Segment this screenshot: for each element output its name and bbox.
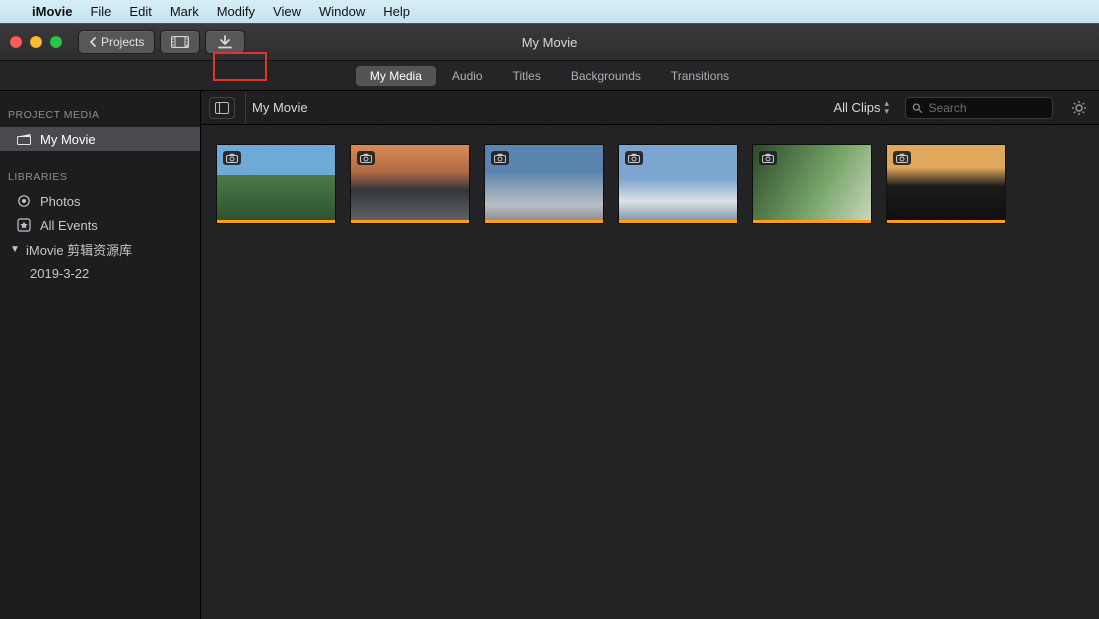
star-icon — [16, 218, 32, 232]
menu-file[interactable]: File — [90, 4, 111, 19]
import-media-button[interactable] — [205, 30, 245, 54]
filmstrip-icon — [171, 36, 189, 48]
sidebar-item-all-events[interactable]: All Events — [0, 213, 200, 237]
app-toolbar: Projects My Movie — [0, 23, 1099, 61]
camera-icon — [360, 153, 372, 163]
menu-view[interactable]: View — [273, 4, 301, 19]
media-browser: My Movie All Clips ▴▾ — [201, 91, 1099, 619]
photo-badge — [893, 151, 911, 165]
sidebar-item-label: 2019-3-22 — [30, 266, 89, 281]
sidebar-toggle-icon — [215, 102, 229, 114]
sidebar-item-project-my-movie[interactable]: My Movie — [0, 127, 200, 151]
gear-icon — [1071, 100, 1087, 116]
menubar-app-name[interactable]: iMovie — [32, 4, 72, 19]
tab-backgrounds[interactable]: Backgrounds — [557, 66, 655, 86]
tab-audio[interactable]: Audio — [438, 66, 497, 86]
photo-badge — [357, 151, 375, 165]
disclosure-triangle-icon[interactable]: ▼ — [10, 244, 20, 255]
photos-icon — [16, 194, 32, 208]
projects-label: Projects — [101, 35, 144, 49]
media-clip[interactable] — [351, 145, 469, 223]
media-clip[interactable] — [619, 145, 737, 223]
window-traffic-lights — [10, 36, 62, 48]
clip-grid — [201, 125, 1099, 619]
library-category-tabs: My Media Audio Titles Backgrounds Transi… — [0, 61, 1099, 91]
browser-title: My Movie — [245, 91, 824, 124]
macos-menubar: iMovie File Edit Mark Modify View Window… — [0, 0, 1099, 23]
main-area: PROJECT MEDIA My Movie LIBRARIES Photos … — [0, 91, 1099, 619]
sidebar-item-event[interactable]: 2019-3-22 — [0, 261, 200, 285]
clips-filter-dropdown[interactable]: All Clips ▴▾ — [834, 100, 890, 115]
photo-badge — [625, 151, 643, 165]
menu-modify[interactable]: Modify — [217, 4, 255, 19]
photo-badge — [223, 151, 241, 165]
sidebar-item-label: Photos — [40, 194, 80, 209]
chevron-left-icon — [89, 37, 97, 47]
media-library-button[interactable] — [160, 30, 200, 54]
search-input[interactable] — [929, 101, 1046, 115]
menu-window[interactable]: Window — [319, 4, 365, 19]
menu-mark[interactable]: Mark — [170, 4, 199, 19]
browser-header: My Movie All Clips ▴▾ — [201, 91, 1099, 125]
search-icon — [912, 102, 923, 114]
close-window-button[interactable] — [10, 36, 22, 48]
photo-badge — [491, 151, 509, 165]
clips-filter-label: All Clips — [834, 100, 881, 115]
sidebar: PROJECT MEDIA My Movie LIBRARIES Photos … — [0, 91, 201, 619]
tab-transitions[interactable]: Transitions — [657, 66, 743, 86]
sidebar-item-library[interactable]: ▼ iMovie 剪辑资源库 — [0, 237, 200, 261]
import-arrow-down-icon — [217, 35, 233, 49]
browser-options-button[interactable] — [1067, 100, 1091, 116]
sidebar-section-libraries: LIBRARIES — [0, 165, 200, 189]
updown-chevron-icon: ▴▾ — [884, 100, 889, 114]
media-clip[interactable] — [753, 145, 871, 223]
tab-my-media[interactable]: My Media — [356, 66, 436, 86]
back-to-projects-button[interactable]: Projects — [78, 30, 155, 54]
search-field-wrap[interactable] — [905, 97, 1053, 119]
menu-edit[interactable]: Edit — [129, 4, 151, 19]
zoom-window-button[interactable] — [50, 36, 62, 48]
toggle-sidebar-button[interactable] — [209, 97, 235, 119]
photo-badge — [759, 151, 777, 165]
media-clip[interactable] — [887, 145, 1005, 223]
sidebar-section-project-media: PROJECT MEDIA — [0, 103, 200, 127]
camera-icon — [762, 153, 774, 163]
sidebar-item-photos[interactable]: Photos — [0, 189, 200, 213]
clapperboard-icon — [16, 133, 32, 145]
camera-icon — [896, 153, 908, 163]
media-clip[interactable] — [485, 145, 603, 223]
camera-icon — [226, 153, 238, 163]
tab-titles[interactable]: Titles — [499, 66, 555, 86]
sidebar-item-label: All Events — [40, 218, 98, 233]
sidebar-item-label: iMovie 剪辑资源库 — [26, 240, 132, 259]
camera-icon — [494, 153, 506, 163]
media-clip[interactable] — [217, 145, 335, 223]
minimize-window-button[interactable] — [30, 36, 42, 48]
sidebar-item-label: My Movie — [40, 132, 96, 147]
menu-help[interactable]: Help — [383, 4, 410, 19]
camera-icon — [628, 153, 640, 163]
